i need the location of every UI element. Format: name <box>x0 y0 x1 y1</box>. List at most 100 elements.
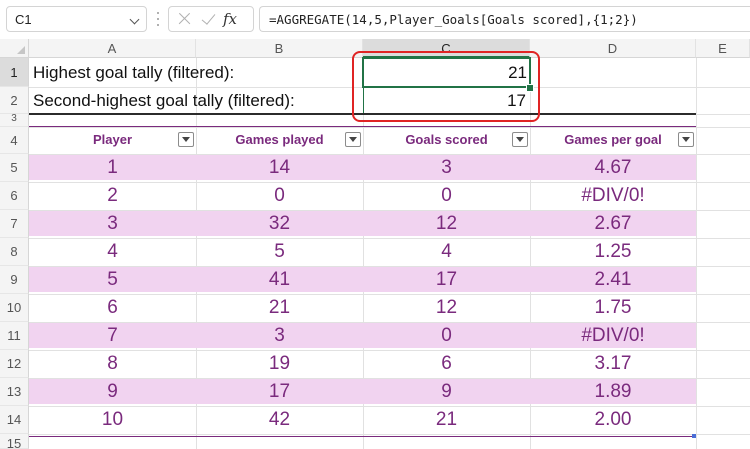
header-player-label: Player <box>92 132 133 147</box>
player-cell[interactable]: 1 <box>29 155 196 180</box>
enter-icon[interactable] <box>199 10 219 28</box>
row-header-4[interactable]: 4 <box>0 127 29 154</box>
goals-scored-cell[interactable]: 0 <box>363 323 530 348</box>
goals-scored-cell[interactable]: 4 <box>363 239 530 264</box>
player-cell[interactable]: 8 <box>29 351 196 376</box>
goals-scored-cell[interactable]: 9 <box>363 379 530 404</box>
games-played-cell[interactable]: 0 <box>196 183 363 208</box>
player-cell[interactable]: 9 <box>29 379 196 404</box>
player-cell[interactable]: 7 <box>29 323 196 348</box>
player-cell[interactable]: 10 <box>29 407 196 432</box>
column-header-b[interactable]: B <box>196 39 363 58</box>
games-per-goal-cell[interactable]: 2.41 <box>530 267 696 292</box>
games-played-cell[interactable]: 14 <box>196 155 363 180</box>
games-played-cell[interactable]: 32 <box>196 211 363 236</box>
formula-bar-resize-handle[interactable] <box>157 8 159 30</box>
header-games-per-goal-label: Games per goal <box>564 132 662 147</box>
player-cell[interactable]: 5 <box>29 267 196 292</box>
filter-dropdown-icon[interactable] <box>678 132 694 147</box>
row-header-2[interactable]: 2 <box>0 87 29 114</box>
games-per-goal-cell[interactable]: 2.00 <box>530 407 696 432</box>
row-header-14[interactable]: 14 <box>0 406 29 434</box>
row-header-11[interactable]: 11 <box>0 322 29 350</box>
row-header-6[interactable]: 6 <box>0 182 29 210</box>
header-games-played[interactable]: Games played <box>196 127 363 153</box>
table-row: 8 19 6 3.17 <box>29 351 696 376</box>
column-header-e[interactable]: E <box>696 39 750 58</box>
header-goals-scored[interactable]: Goals scored <box>363 127 530 153</box>
row-header-13[interactable]: 13 <box>0 378 29 406</box>
games-per-goal-cell[interactable]: 1.25 <box>530 239 696 264</box>
name-box-value: C1 <box>15 12 32 27</box>
player-cell[interactable]: 4 <box>29 239 196 264</box>
row-header-3[interactable]: 3 <box>0 114 29 127</box>
filter-dropdown-icon[interactable] <box>178 132 194 147</box>
player-cell[interactable]: 6 <box>29 295 196 320</box>
column-header-d[interactable]: D <box>530 39 696 58</box>
games-per-goal-cell[interactable]: 2.67 <box>530 211 696 236</box>
table-row: 5 41 17 2.41 <box>29 267 696 292</box>
column-header-a[interactable]: A <box>29 39 196 58</box>
row-header-10[interactable]: 10 <box>0 294 29 322</box>
row-header-15[interactable]: 15 <box>0 434 29 449</box>
row-header-7[interactable]: 7 <box>0 210 29 238</box>
row-header-12[interactable]: 12 <box>0 350 29 378</box>
games-played-cell[interactable]: 19 <box>196 351 363 376</box>
games-played-cell[interactable]: 41 <box>196 267 363 292</box>
cancel-icon[interactable] <box>175 10 195 28</box>
goals-scored-cell[interactable]: 17 <box>363 267 530 292</box>
table-row: 2 0 0 #DIV/0! <box>29 183 696 208</box>
chevron-down-icon[interactable] <box>129 14 140 25</box>
table-row: 10 42 21 2.00 <box>29 407 696 432</box>
goals-scored-cell[interactable]: 12 <box>363 295 530 320</box>
filter-dropdown-icon[interactable] <box>345 132 361 147</box>
goals-scored-cell[interactable]: 6 <box>363 351 530 376</box>
gridline <box>696 58 697 449</box>
games-played-cell[interactable]: 3 <box>196 323 363 348</box>
formula-bar: C1 fx =AGGREGATE(14,5,Player_Goals[Goals… <box>0 0 750 39</box>
goals-scored-cell[interactable]: 3 <box>363 155 530 180</box>
goals-scored-cell[interactable]: 0 <box>363 183 530 208</box>
row-header-1[interactable]: 1 <box>0 58 29 87</box>
table-row: 7 3 0 #DIV/0! <box>29 323 696 348</box>
header-goals-scored-label: Goals scored <box>405 132 488 147</box>
goals-scored-cell[interactable]: 12 <box>363 211 530 236</box>
formula-text: =AGGREGATE(14,5,Player_Goals[Goals score… <box>269 12 638 27</box>
row-header-5[interactable]: 5 <box>0 154 29 182</box>
filter-dropdown-icon[interactable] <box>512 132 528 147</box>
annotation-highlight-box <box>352 51 540 122</box>
games-per-goal-cell[interactable]: #DIV/0! <box>530 183 696 208</box>
header-games-per-goal[interactable]: Games per goal <box>530 127 696 153</box>
select-all-button[interactable] <box>0 39 29 58</box>
second-highest-tally-label[interactable]: Second-highest goal tally (filtered): <box>29 87 363 114</box>
games-per-goal-cell[interactable]: 3.17 <box>530 351 696 376</box>
player-cell[interactable]: 2 <box>29 183 196 208</box>
table-row: 1 14 3 4.67 <box>29 155 696 180</box>
highest-tally-label[interactable]: Highest goal tally (filtered): <box>29 58 363 87</box>
dot <box>157 24 159 26</box>
table-row: 6 21 12 1.75 <box>29 295 696 320</box>
formula-buttons: fx <box>168 6 254 32</box>
dot <box>157 18 159 20</box>
games-played-cell[interactable]: 17 <box>196 379 363 404</box>
header-games-played-label: Games played <box>235 132 324 147</box>
games-per-goal-cell[interactable]: #DIV/0! <box>530 323 696 348</box>
table-resize-handle[interactable] <box>692 434 696 438</box>
name-box[interactable]: C1 <box>6 6 147 32</box>
row-header-8[interactable]: 8 <box>0 238 29 266</box>
games-played-cell[interactable]: 21 <box>196 295 363 320</box>
games-per-goal-cell[interactable]: 1.89 <box>530 379 696 404</box>
games-played-cell[interactable]: 42 <box>196 407 363 432</box>
games-played-cell[interactable]: 5 <box>196 239 363 264</box>
games-per-goal-cell[interactable]: 4.67 <box>530 155 696 180</box>
header-player[interactable]: Player <box>29 127 196 153</box>
table-row: 4 5 4 1.25 <box>29 239 696 264</box>
row-header-9[interactable]: 9 <box>0 266 29 294</box>
games-per-goal-cell[interactable]: 1.75 <box>530 295 696 320</box>
function-icon[interactable]: fx <box>223 10 249 28</box>
goals-scored-cell[interactable]: 21 <box>363 407 530 432</box>
player-cell[interactable]: 3 <box>29 211 196 236</box>
formula-input[interactable]: =AGGREGATE(14,5,Player_Goals[Goals score… <box>259 6 750 32</box>
table-row: 9 17 9 1.89 <box>29 379 696 404</box>
dot <box>157 12 159 14</box>
